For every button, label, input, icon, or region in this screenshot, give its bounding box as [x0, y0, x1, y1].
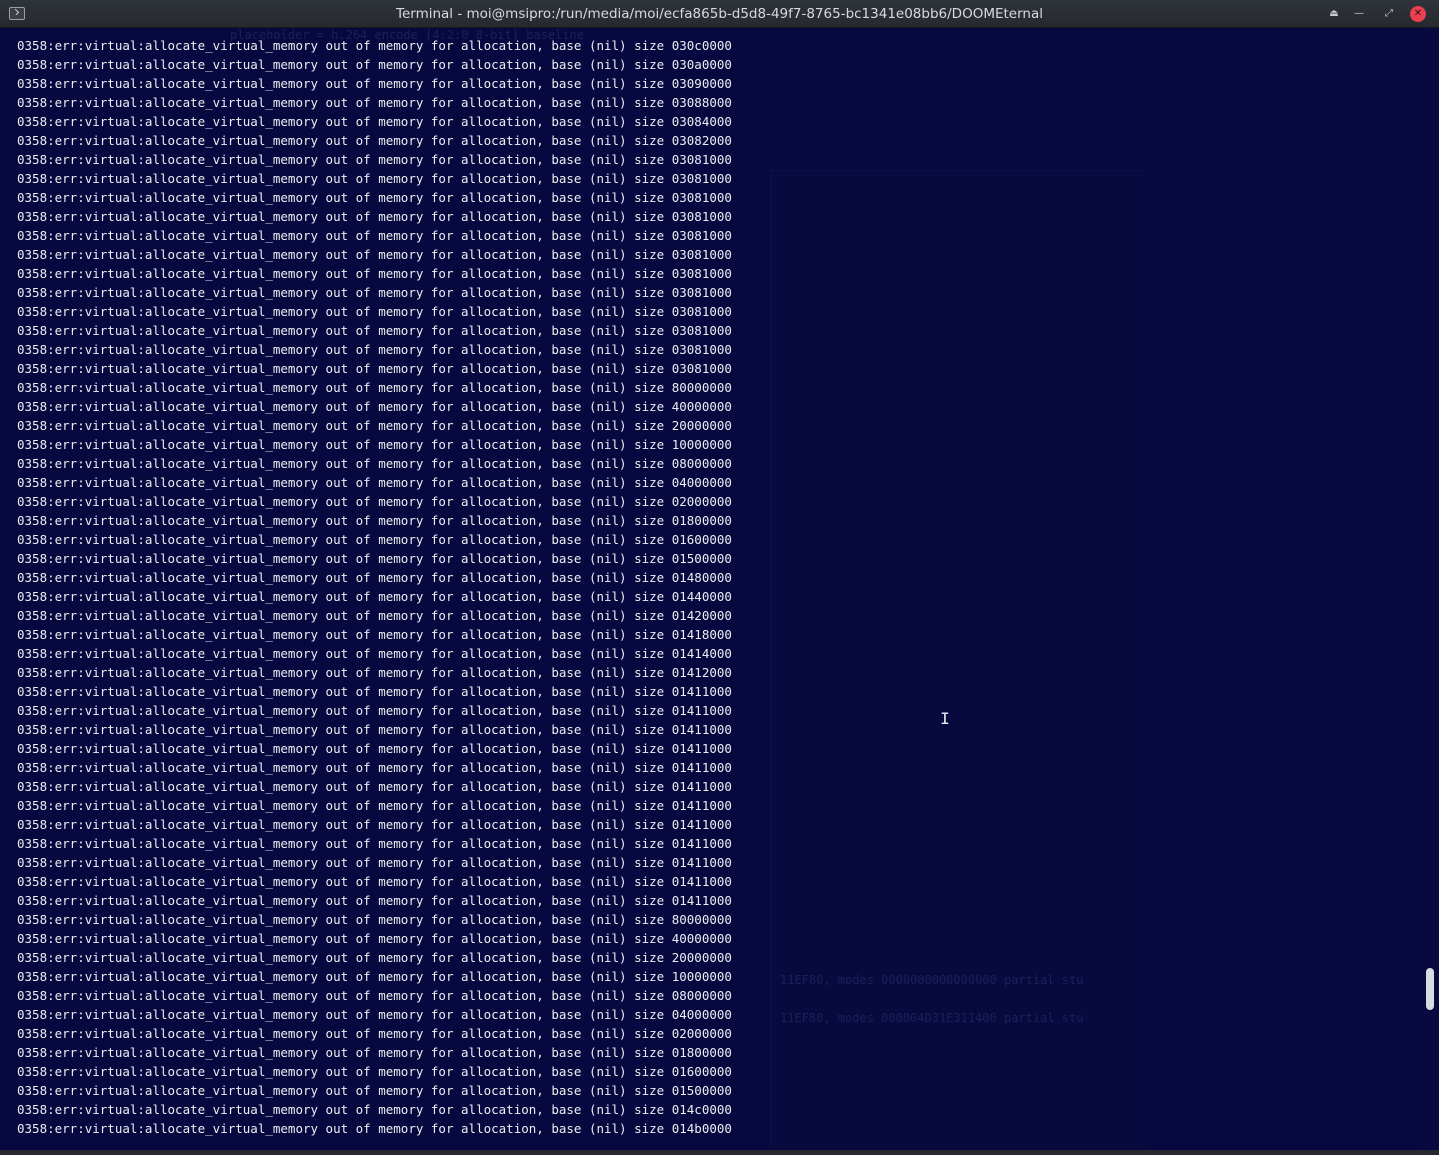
- terminal-line: 0358:err:virtual:allocate_virtual_memory…: [17, 171, 732, 186]
- terminal-line: 0358:err:virtual:allocate_virtual_memory…: [17, 855, 732, 870]
- terminal-line: 0358:err:virtual:allocate_virtual_memory…: [17, 551, 732, 566]
- terminal-line: 0358:err:virtual:allocate_virtual_memory…: [17, 646, 732, 661]
- terminal-line: 0358:err:virtual:allocate_virtual_memory…: [17, 418, 732, 433]
- terminal-line: 0358:err:virtual:allocate_virtual_memory…: [17, 190, 732, 205]
- terminal-line: 0358:err:virtual:allocate_virtual_memory…: [17, 513, 732, 528]
- terminal-line: 0358:err:virtual:allocate_virtual_memory…: [17, 760, 732, 775]
- terminal-line: 0358:err:virtual:allocate_virtual_memory…: [17, 722, 732, 737]
- terminal-line: 0358:err:virtual:allocate_virtual_memory…: [17, 950, 732, 965]
- maximize-button[interactable]: ⤢: [1381, 6, 1397, 22]
- terminal-line: 0358:err:virtual:allocate_virtual_memory…: [17, 741, 732, 756]
- terminal-line: 0358:err:virtual:allocate_virtual_memory…: [17, 570, 732, 585]
- terminal-line: 0358:err:virtual:allocate_virtual_memory…: [17, 1102, 732, 1117]
- terminal-line: 0358:err:virtual:allocate_virtual_memory…: [17, 247, 732, 262]
- terminal-line: 0358:err:virtual:allocate_virtual_memory…: [17, 209, 732, 224]
- terminal-line: 0358:err:virtual:allocate_virtual_memory…: [17, 1045, 732, 1060]
- terminal-line: 0358:err:virtual:allocate_virtual_memory…: [17, 114, 732, 129]
- terminal-line: 0358:err:virtual:allocate_virtual_memory…: [17, 874, 732, 889]
- vertical-scrollbar[interactable]: [1422, 28, 1439, 1150]
- terminal-line: 0358:err:virtual:allocate_virtual_memory…: [17, 931, 732, 946]
- terminal-line: 0358:err:virtual:allocate_virtual_memory…: [17, 684, 732, 699]
- terminal-line: 0358:err:virtual:allocate_virtual_memory…: [17, 323, 732, 338]
- terminal-output[interactable]: 0358:err:virtual:allocate_virtual_memory…: [0, 28, 1422, 1150]
- terminal-line: 0358:err:virtual:allocate_virtual_memory…: [17, 399, 732, 414]
- terminal-line: 0358:err:virtual:allocate_virtual_memory…: [17, 836, 732, 851]
- minimize-button[interactable]: —: [1351, 6, 1367, 22]
- terminal-line: 0358:err:virtual:allocate_virtual_memory…: [17, 1121, 732, 1136]
- terminal-line: 0358:err:virtual:allocate_virtual_memory…: [17, 665, 732, 680]
- window-bottom-border: [0, 1150, 1439, 1155]
- terminal-line: 0358:err:virtual:allocate_virtual_memory…: [17, 475, 732, 490]
- terminal-line: 0358:err:virtual:allocate_virtual_memory…: [17, 342, 732, 357]
- terminal-line: 0358:err:virtual:allocate_virtual_memory…: [17, 361, 732, 376]
- terminal-line: 0358:err:virtual:allocate_virtual_memory…: [17, 57, 732, 72]
- terminal-line: 0358:err:virtual:allocate_virtual_memory…: [17, 456, 732, 471]
- terminal-line: 0358:err:virtual:allocate_virtual_memory…: [17, 988, 732, 1003]
- window-title: Terminal - moi@msipro:/run/media/moi/ecf…: [396, 6, 1043, 22]
- terminal-line: 0358:err:virtual:allocate_virtual_memory…: [17, 798, 732, 813]
- terminal-line: 0358:err:virtual:allocate_virtual_memory…: [17, 608, 732, 623]
- terminal-line: 0358:err:virtual:allocate_virtual_memory…: [17, 817, 732, 832]
- terminal-line: 0358:err:virtual:allocate_virtual_memory…: [17, 228, 732, 243]
- terminal-line: 0358:err:virtual:allocate_virtual_memory…: [17, 893, 732, 908]
- scrollbar-thumb[interactable]: [1426, 968, 1434, 1010]
- terminal-window: Terminal - moi@msipro:/run/media/moi/ecf…: [0, 0, 1439, 1155]
- terminal-line: 0358:err:virtual:allocate_virtual_memory…: [17, 76, 732, 91]
- terminal-line: 0358:err:virtual:allocate_virtual_memory…: [17, 912, 732, 927]
- terminal-line: 0358:err:virtual:allocate_virtual_memory…: [17, 1064, 732, 1079]
- title-bar[interactable]: Terminal - moi@msipro:/run/media/moi/ecf…: [0, 0, 1439, 28]
- terminal-line: 0358:err:virtual:allocate_virtual_memory…: [17, 627, 732, 642]
- terminal-line: 0358:err:virtual:allocate_virtual_memory…: [17, 133, 732, 148]
- terminal-line: 0358:err:virtual:allocate_virtual_memory…: [17, 703, 732, 718]
- terminal-line: 0358:err:virtual:allocate_virtual_memory…: [17, 380, 732, 395]
- terminal-line: 0358:err:virtual:allocate_virtual_memory…: [17, 532, 732, 547]
- terminal-line: 0358:err:virtual:allocate_virtual_memory…: [17, 152, 732, 167]
- terminal-line: 0358:err:virtual:allocate_virtual_memory…: [17, 266, 732, 281]
- keep-above-button[interactable]: ⏏: [1326, 6, 1342, 22]
- terminal-line: 0358:err:virtual:allocate_virtual_memory…: [17, 494, 732, 509]
- terminal-line: 0358:err:virtual:allocate_virtual_memory…: [17, 969, 732, 984]
- terminal-line: 0358:err:virtual:allocate_virtual_memory…: [17, 437, 732, 452]
- terminal-lines: 0358:err:virtual:allocate_virtual_memory…: [17, 36, 732, 1138]
- terminal-line: 0358:err:virtual:allocate_virtual_memory…: [17, 1083, 732, 1098]
- close-button[interactable]: ✕: [1410, 6, 1426, 22]
- terminal-line: 0358:err:virtual:allocate_virtual_memory…: [17, 779, 732, 794]
- terminal-line: 0358:err:virtual:allocate_virtual_memory…: [17, 38, 732, 53]
- terminal-line: 0358:err:virtual:allocate_virtual_memory…: [17, 285, 732, 300]
- terminal-line: 0358:err:virtual:allocate_virtual_memory…: [17, 1007, 732, 1022]
- text-cursor-icon: I: [940, 709, 950, 728]
- terminal-line: 0358:err:virtual:allocate_virtual_memory…: [17, 1026, 732, 1041]
- terminal-line: 0358:err:virtual:allocate_virtual_memory…: [17, 589, 732, 604]
- terminal-line: 0358:err:virtual:allocate_virtual_memory…: [17, 304, 732, 319]
- terminal-line: 0358:err:virtual:allocate_virtual_memory…: [17, 95, 732, 110]
